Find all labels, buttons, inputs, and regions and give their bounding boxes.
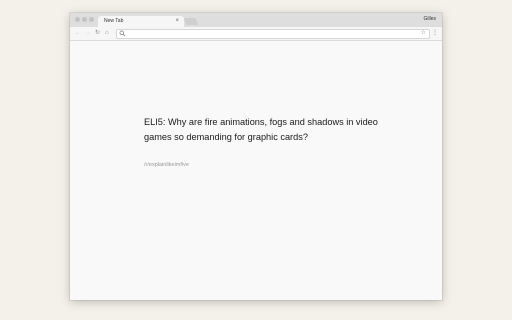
- close-window-button[interactable]: [75, 17, 80, 22]
- browser-toolbar: ← → ↻ ⌂ ☆ ⋮: [70, 27, 442, 41]
- address-bar[interactable]: ☆: [116, 29, 430, 39]
- tab-close-icon[interactable]: ×: [175, 17, 179, 25]
- tab-title: New Tab: [104, 18, 124, 24]
- search-icon: [119, 30, 126, 37]
- forward-icon[interactable]: →: [85, 29, 91, 38]
- bookmark-star-icon[interactable]: ☆: [421, 29, 426, 36]
- minimize-window-button[interactable]: [82, 17, 87, 22]
- maximize-window-button[interactable]: [89, 17, 94, 22]
- browser-window: New Tab × Gilles ← → ↻ ⌂ ☆ ⋮ ELI5: Why a…: [70, 13, 442, 300]
- title-bar: New Tab × Gilles: [70, 13, 442, 27]
- page-content: ELI5: Why are fire animations, fogs and …: [70, 41, 442, 300]
- menu-icon[interactable]: ⋮: [432, 29, 438, 38]
- profile-name[interactable]: Gilles: [423, 16, 436, 22]
- back-icon[interactable]: ←: [75, 29, 81, 38]
- post-headline[interactable]: ELI5: Why are fire animations, fogs and …: [144, 115, 394, 145]
- new-tab-button[interactable]: [183, 18, 199, 25]
- home-icon[interactable]: ⌂: [105, 29, 109, 38]
- subreddit-link[interactable]: /r/explainlikeimfive: [144, 162, 189, 168]
- tab-new-tab[interactable]: New Tab ×: [98, 16, 184, 27]
- reload-icon[interactable]: ↻: [95, 29, 100, 38]
